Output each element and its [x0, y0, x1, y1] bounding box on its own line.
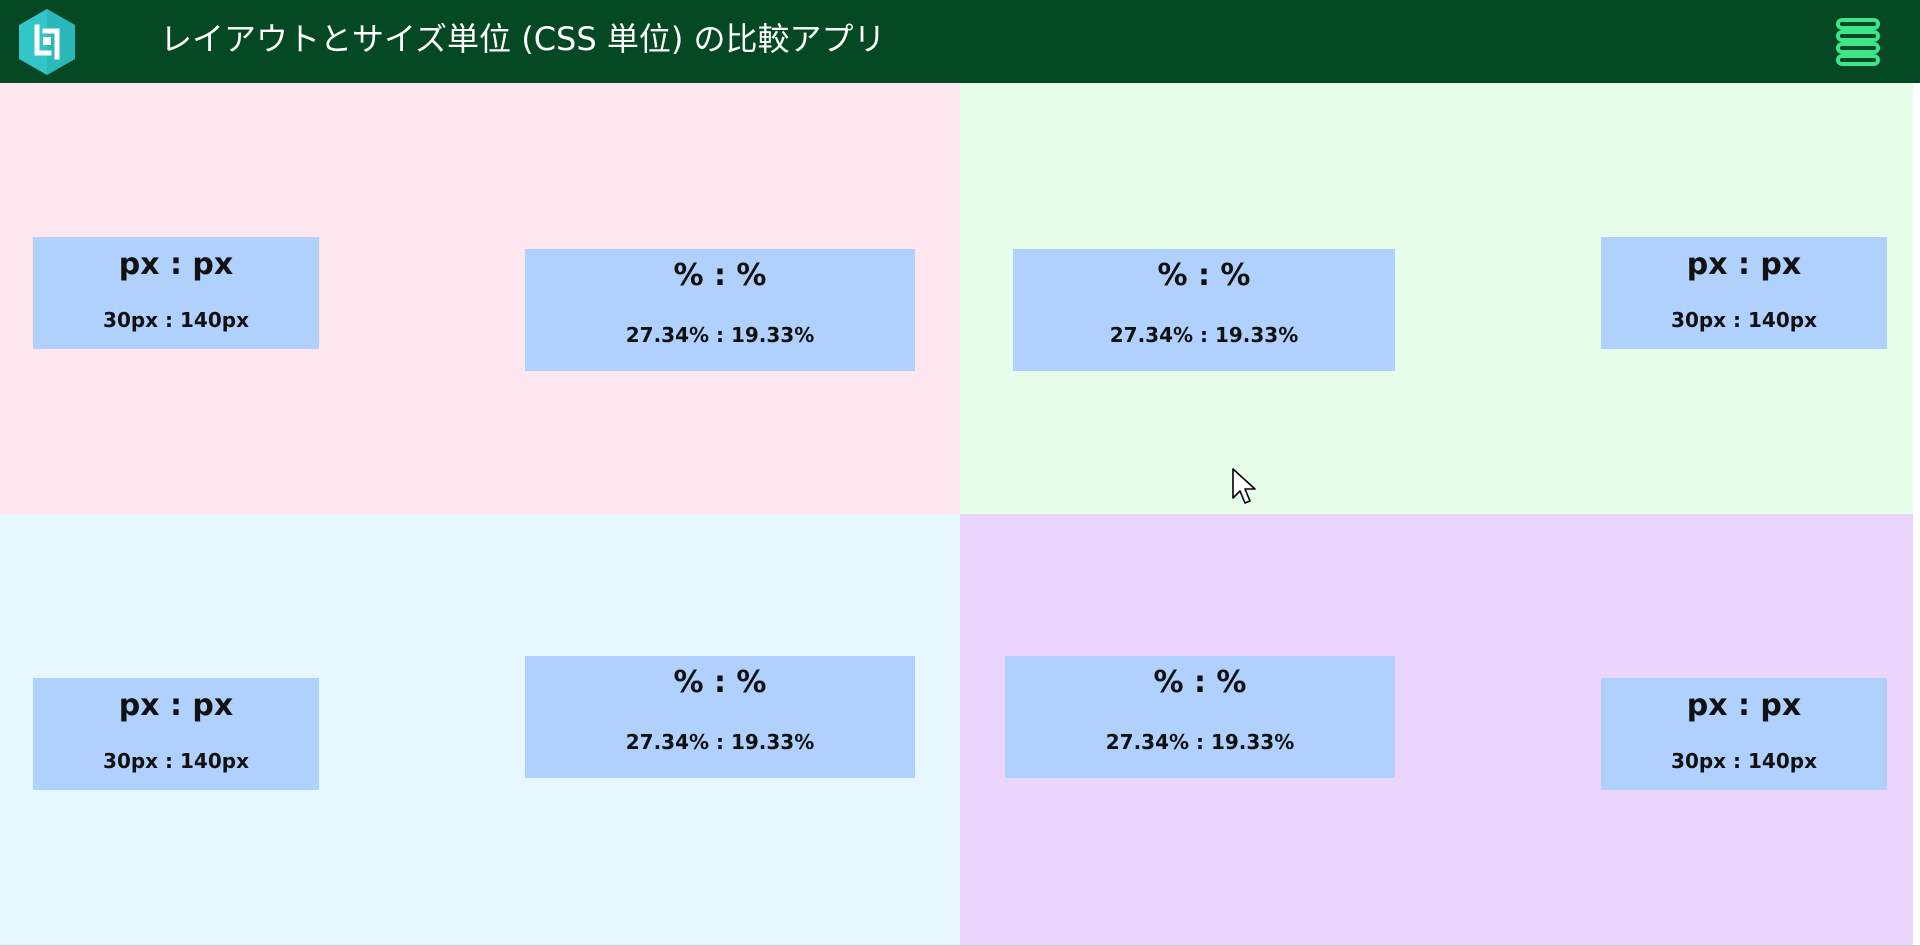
percent-box: % : % 27.34% : 19.33%	[1005, 656, 1395, 778]
percent-box: % : % 27.34% : 19.33%	[525, 249, 915, 371]
percent-box-heading: % : %	[1157, 258, 1251, 293]
percent-box-heading: % : %	[673, 258, 767, 293]
percent-box: % : % 27.34% : 19.33%	[525, 656, 915, 778]
percent-box-values: 27.34% : 19.33%	[1109, 323, 1299, 347]
percent-box-values: 27.34% : 19.33%	[1105, 730, 1295, 754]
px-box-values: 30px : 140px	[1671, 749, 1817, 773]
px-box: px : px 30px : 140px	[33, 678, 319, 790]
app-header: レイアウトとサイズ単位 (CSS 単位) の比較アプリ	[0, 0, 1920, 83]
panel-bottom-right: % : % 27.34% : 19.33% px : px 30px : 140…	[960, 514, 1913, 945]
percent-box-values: 27.34% : 19.33%	[625, 730, 815, 754]
px-box-values: 30px : 140px	[103, 749, 249, 773]
px-box-heading: px : px	[1686, 688, 1802, 723]
panel-top-right: % : % 27.34% : 19.33% px : px 30px : 140…	[960, 83, 1913, 514]
percent-box-heading: % : %	[1153, 665, 1247, 700]
px-box-values: 30px : 140px	[1671, 308, 1817, 332]
panel-bottom-left: px : px 30px : 140px % : % 27.34% : 19.3…	[0, 514, 960, 945]
percent-box-heading: % : %	[673, 665, 767, 700]
percent-box-values: 27.34% : 19.33%	[625, 323, 815, 347]
px-box-heading: px : px	[118, 688, 234, 723]
mouse-pointer-icon	[1232, 468, 1256, 504]
px-box-heading: px : px	[118, 247, 234, 282]
px-box-heading: px : px	[1686, 247, 1802, 282]
px-box: px : px 30px : 140px	[33, 237, 319, 349]
panel-top-left: px : px 30px : 140px % : % 27.34% : 19.3…	[0, 83, 960, 514]
px-box: px : px 30px : 140px	[1601, 678, 1887, 790]
px-box: px : px 30px : 140px	[1601, 237, 1887, 349]
app-title: レイアウトとサイズ単位 (CSS 単位) の比較アプリ	[160, 20, 886, 58]
percent-box: % : % 27.34% : 19.33%	[1013, 249, 1395, 371]
hamburger-menu-icon[interactable]	[1830, 17, 1886, 67]
app-logo-icon[interactable]	[15, 7, 79, 77]
px-box-values: 30px : 140px	[103, 308, 249, 332]
